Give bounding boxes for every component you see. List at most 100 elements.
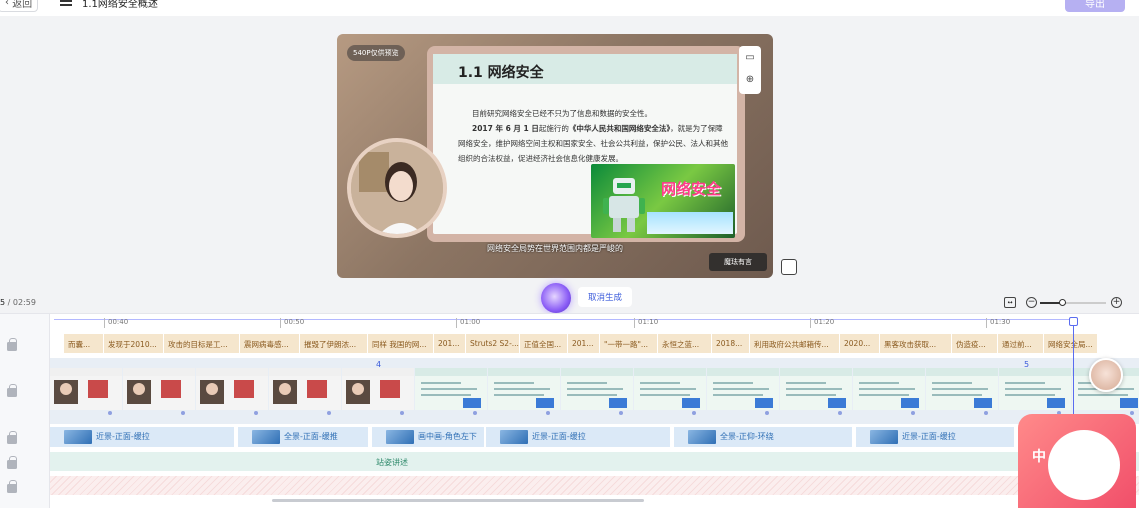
camera-segment[interactable]: 画中画-角色左下 <box>372 427 486 447</box>
video-thumbnail <box>707 358 779 424</box>
pose-track[interactable]: 站姿讲述 <box>50 452 1139 471</box>
poster-title: 网络安全 <box>661 180 722 198</box>
script-segment[interactable]: "一带一路"... <box>600 334 658 353</box>
camera-thumbnail <box>386 430 414 444</box>
script-segment[interactable]: 永恒之蓝... <box>658 334 712 353</box>
watermark-badge: 魔珐有言 <box>709 253 767 271</box>
pose-label: 站姿讲述 <box>376 458 408 467</box>
video-preview: 540P仅供预览 1.1 网络安全 目前研究网络安全已经不只为了信息和数据的安全… <box>337 34 773 278</box>
time-readout: 5 / 02:59 <box>0 298 36 307</box>
assistant-avatar[interactable] <box>1089 358 1123 392</box>
zoom-out-icon[interactable]: − <box>1026 297 1037 308</box>
script-segment[interactable]: 黑客攻击获取... <box>880 334 952 353</box>
script-segment[interactable]: 网络安全局... <box>1044 334 1098 353</box>
fit-timeline-icon[interactable]: ↔ <box>1004 297 1016 308</box>
script-segment[interactable]: 通过前... <box>998 334 1044 353</box>
script-segment[interactable]: Struts2 S2-... <box>466 334 520 353</box>
slide-title: 1.1 网络安全 <box>458 65 544 81</box>
total-time: / 02:59 <box>7 298 36 307</box>
script-segment[interactable]: 201... <box>568 334 600 353</box>
fullscreen-icon[interactable] <box>781 259 797 275</box>
camera-thumbnail <box>64 430 92 444</box>
slide: 1.1 网络安全 目前研究网络安全已经不只为了信息和数据的安全性。 2017 年… <box>433 54 737 238</box>
ruler-tick: 01:00 <box>456 318 480 328</box>
ruler-tick: 01:30 <box>986 318 1010 328</box>
page-title: 1.1网络安全概述 <box>82 0 158 10</box>
cancel-generation-button[interactable]: 取消生成 <box>578 287 632 307</box>
camera-segment[interactable]: 全景-正面-缓推 <box>238 427 370 447</box>
language-badge: 中 <box>1032 449 1046 465</box>
video-thumbnail <box>488 358 560 424</box>
camera-thumbnail <box>500 430 528 444</box>
script-segment[interactable]: 201... <box>434 334 466 353</box>
video-thumbnail <box>269 358 341 424</box>
script-segment[interactable]: 伪造疫... <box>952 334 998 353</box>
zoom-slider[interactable] <box>1040 299 1106 306</box>
camera-segment-label: 全景-正面-缓推 <box>284 432 338 441</box>
poster-cityscape <box>647 212 733 234</box>
ruler-tick: 01:20 <box>810 318 834 328</box>
empty-track[interactable] <box>50 476 1139 495</box>
lock-icon[interactable] <box>7 480 17 493</box>
preview-side-tools: ▭ ⊕ <box>739 46 761 94</box>
video-thumbnail <box>780 358 852 424</box>
slide-frame: 1.1 网络安全 目前研究网络安全已经不只为了信息和数据的安全性。 2017 年… <box>427 46 745 242</box>
video-thumbnail <box>342 358 414 424</box>
script-segment[interactable]: 摧毁了伊朗浓... <box>300 334 368 353</box>
zoom-slider-handle[interactable] <box>1058 299 1066 306</box>
video-thumbnail <box>196 358 268 424</box>
lock-icon[interactable] <box>7 338 17 351</box>
script-segment[interactable]: 正值全国... <box>520 334 568 353</box>
time-ruler[interactable]: 00:40 00:50 01:00 01:10 01:20 01:30 <box>50 314 1139 330</box>
horizontal-scrollbar[interactable] <box>272 499 644 502</box>
script-segment[interactable]: 利用政府公共邮箱传... <box>750 334 840 353</box>
camera-thumbnail <box>252 430 280 444</box>
zoom-in-icon[interactable]: + <box>1111 297 1122 308</box>
slide-text-mid: 起施行的 <box>538 124 569 133</box>
video-thumbnail <box>561 358 633 424</box>
subtitle-caption: 网络安全局势在世界范围内都是严峻的 <box>487 244 623 253</box>
slide-paragraph-2: 2017 年 6 月 1 日起施行的《中华人民共和国网络安全法》，就是为了保障网… <box>458 121 728 166</box>
script-segment[interactable]: 同样 我国的网... <box>368 334 434 353</box>
lock-icon[interactable] <box>7 456 17 469</box>
camera-segment[interactable]: 近景-正面-缓拉 <box>486 427 672 447</box>
script-segment[interactable]: 2018... <box>712 334 750 353</box>
lock-icon[interactable] <box>7 384 17 397</box>
export-button[interactable]: 导出 <box>1065 0 1125 12</box>
camera-segment-label: 近景-正面-缓拉 <box>96 432 150 441</box>
video-thumbnail <box>50 358 122 424</box>
video-track[interactable]: 4 5 <box>50 358 1139 424</box>
script-track[interactable]: 而囊... 发现于2010... 攻击的目标是工... 震网病毒感... 摧毁了伊朗浓.… <box>50 334 1139 353</box>
slide-date: 2017 年 6 月 1 日 <box>472 124 539 133</box>
menu-icon[interactable] <box>60 0 72 6</box>
camera-segment[interactable]: 近景-正面-缓拉 <box>856 427 1016 447</box>
video-thumbnail <box>926 358 998 424</box>
generation-orb-icon <box>541 283 571 313</box>
script-segment[interactable]: 而囊... <box>64 334 104 353</box>
video-thumbnail <box>123 358 195 424</box>
top-bar: ‹ 返回 1.1网络安全概述 导出 <box>0 0 1139 16</box>
camera-segment-label: 近景-正面-缓拉 <box>532 432 586 441</box>
mascot-widget[interactable]: 中 <box>1018 414 1136 508</box>
slide-law-name: 《中华人民共和国网络安全法》 <box>568 124 671 133</box>
camera-segment[interactable]: 近景-正面-缓拉 <box>50 427 236 447</box>
script-segment[interactable]: 震网病毒感... <box>240 334 300 353</box>
script-segment[interactable]: 2020... <box>840 334 880 353</box>
back-button[interactable]: ‹ 返回 <box>0 0 38 12</box>
camera-segment-label: 画中画-角色左下 <box>418 432 477 441</box>
zoom-search-icon[interactable]: ⊕ <box>739 68 761 90</box>
track-lock-column <box>0 314 50 508</box>
ruler-tick: 00:50 <box>280 318 304 328</box>
video-thumbnail <box>634 358 706 424</box>
camera-icon[interactable]: ▭ <box>739 46 761 68</box>
script-segment[interactable]: 发现于2010... <box>104 334 164 353</box>
script-segment[interactable]: 攻击的目标是工... <box>164 334 240 353</box>
camera-segment[interactable]: 全景-正仰-环绕 <box>674 427 854 447</box>
playhead-handle[interactable] <box>1069 317 1078 326</box>
lock-icon[interactable] <box>7 431 17 444</box>
camera-track[interactable]: 近景-正面-缓拉 全景-正面-缓推 画中画-角色左下 近景-正面-缓拉 全景-正仰-环绕… <box>50 427 1139 447</box>
bunny-mascot-icon <box>1048 430 1120 500</box>
camera-segment-label: 全景-正仰-环绕 <box>720 432 774 441</box>
camera-segment-label: 近景-正面-缓拉 <box>902 432 956 441</box>
video-thumbnail <box>853 358 925 424</box>
